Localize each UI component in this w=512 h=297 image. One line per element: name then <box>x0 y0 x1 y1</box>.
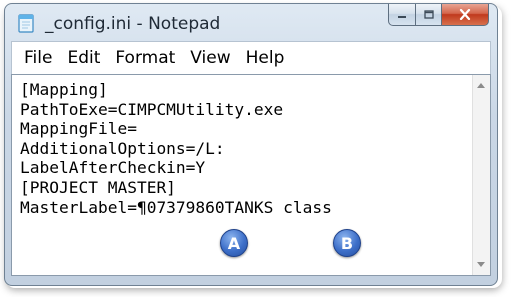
window-title: _config.ini - Notepad <box>45 14 221 34</box>
title-bar[interactable]: _config.ini - Notepad <box>5 4 497 40</box>
callout-badge-b: B <box>333 229 361 257</box>
menu-edit[interactable]: Edit <box>67 48 100 68</box>
close-button[interactable] <box>442 4 489 26</box>
maximize-button[interactable] <box>416 4 442 26</box>
callout-badge-a: A <box>220 229 248 257</box>
editor-line: MasterLabel=¶07379860TANKS class <box>20 197 332 217</box>
vertical-scrollbar[interactable] <box>472 75 490 275</box>
text-editor[interactable]: [Mapping] PathToExe=CIMPCMUtility.exe Mapp… <box>11 74 491 276</box>
editor-line: [PROJECT MASTER] <box>20 177 176 197</box>
scroll-down-icon[interactable] <box>477 262 485 267</box>
menu-bar: File Edit Format View Help <box>11 41 491 74</box>
maximize-icon <box>423 10 434 19</box>
editor-line: MappingFile= <box>20 119 137 139</box>
editor-line: PathToExe=CIMPCMUtility.exe <box>20 99 284 119</box>
editor-content[interactable]: [Mapping] PathToExe=CIMPCMUtility.exe Mapp… <box>20 80 332 217</box>
menu-help[interactable]: Help <box>246 48 285 68</box>
editor-line: [Mapping] <box>20 80 108 99</box>
notepad-icon <box>18 14 34 33</box>
scroll-up-icon[interactable] <box>477 83 485 88</box>
notepad-window: _config.ini - Notepad File Edit Format V… <box>4 3 498 286</box>
minimize-button[interactable] <box>388 4 416 26</box>
editor-line: LabelAfterCheckin=Y <box>20 158 206 178</box>
close-icon <box>459 9 471 20</box>
editor-line: AdditionalOptions=/L: <box>20 138 225 158</box>
caption-buttons <box>388 4 489 26</box>
menu-view[interactable]: View <box>190 48 230 68</box>
menu-file[interactable]: File <box>24 48 52 68</box>
minimize-icon <box>398 15 406 18</box>
menu-format[interactable]: Format <box>115 48 175 68</box>
